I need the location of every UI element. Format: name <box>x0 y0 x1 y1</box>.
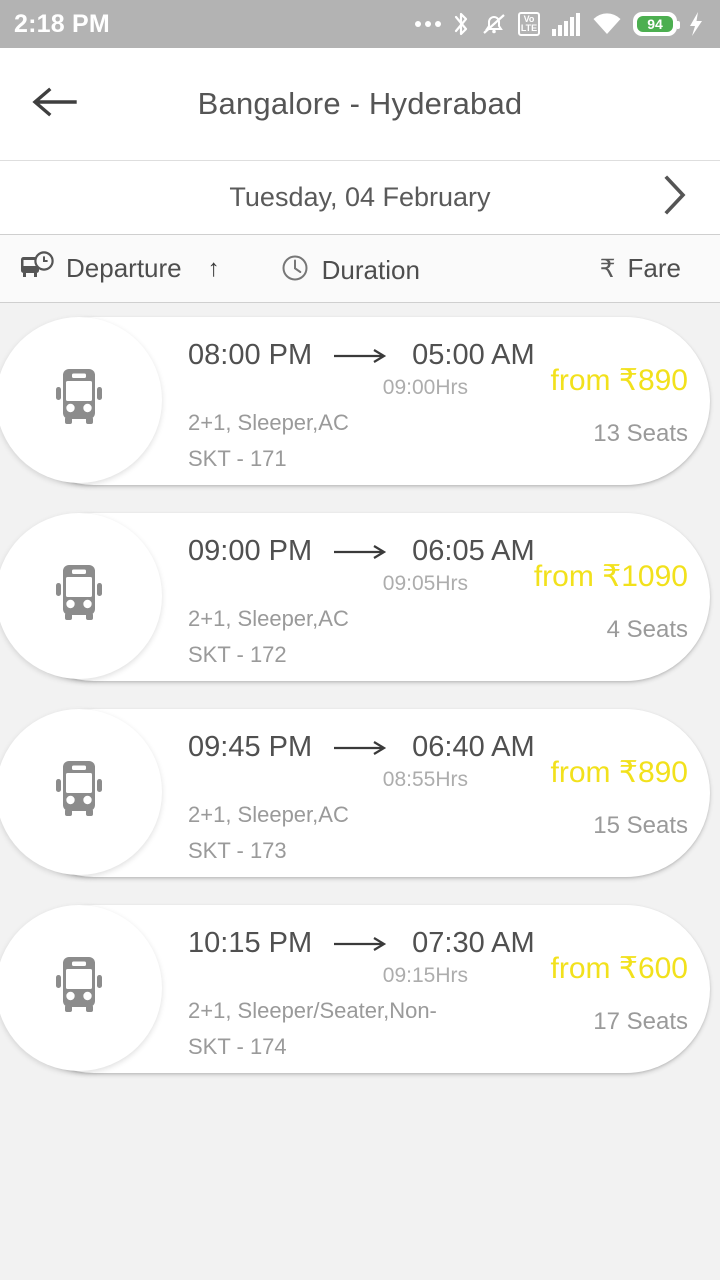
seats-available: 4 Seats <box>606 616 688 643</box>
sort-direction-arrow-icon[interactable]: ↑ <box>208 255 220 283</box>
bus-fare-block: from ₹600 17 Seats <box>458 951 688 1036</box>
charging-bolt-icon <box>688 11 704 37</box>
to-arrow-icon <box>334 348 390 364</box>
signal-bars-icon <box>551 12 581 36</box>
status-bar: 2:18 PM Vo LTE 94 <box>0 0 720 48</box>
departure-time: 08:00 PM <box>188 339 313 371</box>
trip-duration: 08:55Hrs <box>382 768 468 791</box>
seats-available: 17 Seats <box>593 1008 688 1035</box>
battery-percent-label: 94 <box>647 16 663 32</box>
departure-time: 10:15 PM <box>188 927 313 959</box>
next-date-button[interactable] <box>662 161 688 234</box>
bus-result-card[interactable]: 09:45 PM 06:40 AM 08:55Hrs 2+1, Sleeper,… <box>0 709 710 877</box>
avatar <box>0 905 162 1071</box>
status-bar-icons: Vo LTE 94 <box>415 11 704 37</box>
status-bar-clock: 2:18 PM <box>14 9 110 38</box>
bus-number: SKT - 174 <box>188 1034 287 1059</box>
avatar <box>0 317 162 483</box>
mute-bell-icon <box>481 11 507 37</box>
chevron-right-icon <box>662 174 688 221</box>
volte-bottom-label: LTE <box>520 23 538 33</box>
rupee-icon: ₹ <box>599 254 616 283</box>
bus-fare-block: from ₹890 15 Seats <box>458 755 688 840</box>
sort-option-departure[interactable]: Departure ↑ <box>0 235 220 302</box>
bus-result-card[interactable]: 09:00 PM 06:05 AM 09:05Hrs 2+1, Sleeper,… <box>0 513 710 681</box>
bus-icon <box>36 747 122 838</box>
bus-icon <box>36 355 122 446</box>
sort-option-duration-label: Duration <box>321 255 420 285</box>
sort-bar: Departure ↑ Duration ₹ Fare <box>0 235 720 303</box>
bus-icon <box>36 943 122 1034</box>
app-bar: Bangalore - Hyderabad <box>0 48 720 161</box>
avatar <box>0 709 162 875</box>
fare-amount: from ₹600 <box>550 952 688 985</box>
more-dots-icon <box>415 21 441 27</box>
to-arrow-icon <box>334 544 390 560</box>
seats-available: 13 Seats <box>593 420 688 447</box>
bus-number: SKT - 171 <box>188 446 287 471</box>
sort-option-fare-label: Fare <box>627 253 681 283</box>
bus-results-list[interactable]: 08:00 PM 05:00 AM 09:00Hrs 2+1, Sleeper,… <box>0 303 720 1280</box>
back-arrow-icon <box>31 84 79 125</box>
bus-fare-block: from ₹1090 4 Seats <box>458 559 688 644</box>
bus-icon <box>36 551 122 642</box>
page-title: Bangalore - Hyderabad <box>197 86 523 121</box>
back-button[interactable] <box>0 48 110 160</box>
bus-result-card[interactable]: 10:15 PM 07:30 AM 09:15Hrs 2+1, Sleeper/… <box>0 905 710 1073</box>
trip-duration: 09:05Hrs <box>382 572 468 595</box>
date-selector[interactable]: Tuesday, 04 February <box>0 161 720 235</box>
volte-icon: Vo LTE <box>518 12 540 36</box>
trip-duration: 09:15Hrs <box>382 964 468 987</box>
bus-number: SKT - 173 <box>188 838 287 863</box>
selected-date-label: Tuesday, 04 February <box>229 182 491 212</box>
sort-option-departure-label: Departure <box>66 253 182 283</box>
avatar <box>0 513 162 679</box>
to-arrow-icon <box>334 740 390 756</box>
seats-available: 15 Seats <box>593 812 688 839</box>
fare-amount: from ₹890 <box>550 364 688 397</box>
to-arrow-icon <box>334 936 390 952</box>
sort-option-fare[interactable]: ₹ Fare <box>500 235 681 302</box>
clock-icon <box>280 253 310 289</box>
bus-result-card[interactable]: 08:00 PM 05:00 AM 09:00Hrs 2+1, Sleeper,… <box>0 317 710 485</box>
departure-time: 09:00 PM <box>188 535 313 567</box>
wifi-icon <box>592 12 622 36</box>
trip-duration: 09:00Hrs <box>382 376 468 399</box>
battery-icon: 94 <box>633 12 680 36</box>
bus-number: SKT - 172 <box>188 642 287 667</box>
departure-time: 09:45 PM <box>188 731 313 763</box>
bluetooth-icon <box>452 11 470 37</box>
bus-clock-icon <box>20 251 54 286</box>
sort-option-duration[interactable]: Duration <box>220 237 500 304</box>
fare-amount: from ₹890 <box>550 756 688 789</box>
bus-fare-block: from ₹890 13 Seats <box>458 363 688 448</box>
fare-amount: from ₹1090 <box>533 560 688 593</box>
